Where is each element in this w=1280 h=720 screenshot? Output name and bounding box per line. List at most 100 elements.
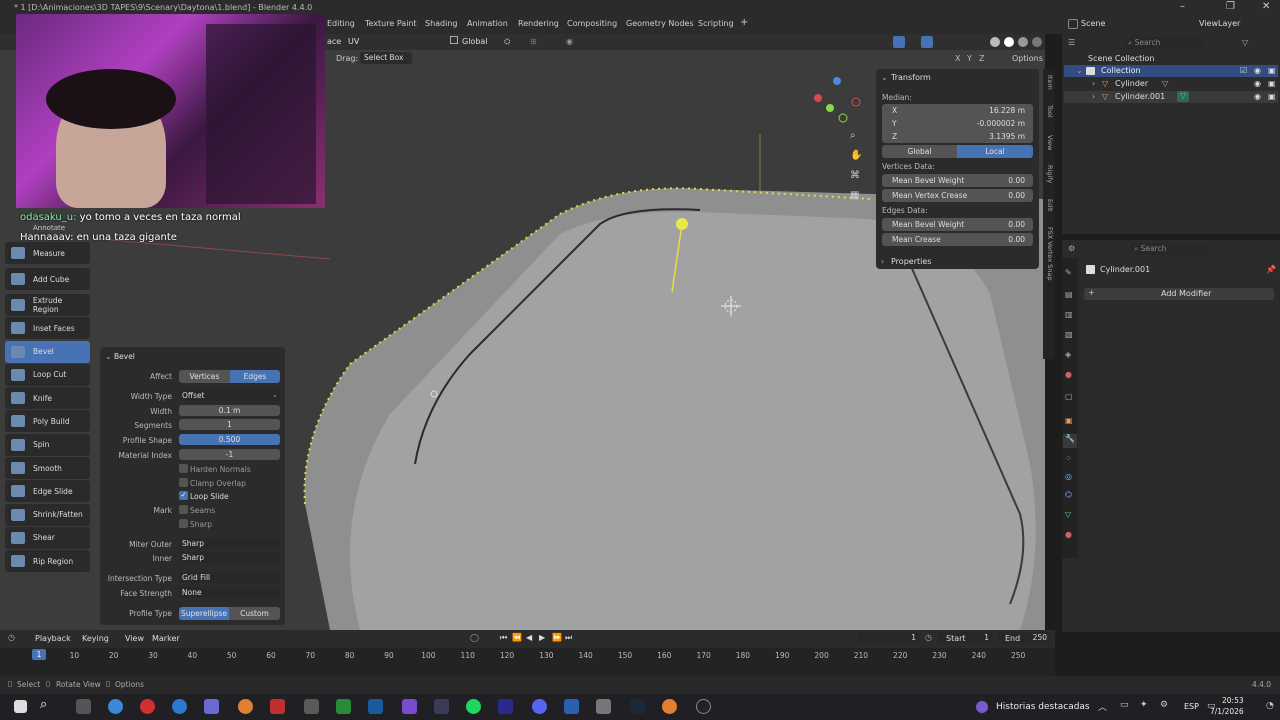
mirror-y[interactable]: Y	[967, 54, 972, 63]
tab-fsx-vertex-snap[interactable]: FSX Vertex Snap	[1044, 227, 1054, 281]
discord-icon[interactable]	[532, 699, 547, 714]
prev-keyframe-icon[interactable]: ⏪	[512, 633, 522, 642]
location-y-field[interactable]: Y -0.000002 m	[882, 117, 1033, 130]
drag-dropdown[interactable]: Select Box	[360, 52, 412, 64]
profile-superellipse-button[interactable]: Superellipse	[179, 607, 229, 620]
vs-icon[interactable]	[368, 699, 383, 714]
visibility-eye-icon[interactable]: ◉	[1254, 92, 1261, 101]
outliner-item[interactable]: › ▽ Cylinder.001 ▽ ◉ ▣	[1064, 91, 1278, 103]
width-field[interactable]: 0.1 m	[179, 405, 280, 416]
jump-end-icon[interactable]: ⏭	[565, 633, 572, 643]
timeline-editor-icon[interactable]: ◷	[8, 633, 15, 642]
zoom-icon[interactable]: ⌕	[850, 130, 856, 141]
view-menu[interactable]: View	[125, 634, 144, 643]
segments-field[interactable]: 1	[179, 419, 280, 430]
marker-menu[interactable]: Marker	[152, 634, 180, 643]
wireframe-shading-icon[interactable]	[990, 37, 1000, 47]
chevron-right-icon[interactable]: ›	[881, 257, 884, 266]
object-tab-icon[interactable]: ▣	[1065, 416, 1073, 425]
tool-measure[interactable]: Measure	[5, 242, 90, 264]
options-menu[interactable]: Options	[1012, 54, 1043, 63]
tool-add-cube[interactable]: Add Cube	[5, 268, 90, 290]
maximize-icon[interactable]: ❐	[1226, 1, 1235, 12]
visibility-eye-icon[interactable]: ◉	[1254, 66, 1261, 75]
blender-icon[interactable]	[238, 699, 253, 714]
taskview-icon[interactable]	[76, 699, 91, 714]
exclude-checkbox-icon[interactable]: ☑	[1240, 66, 1247, 75]
tab-view[interactable]: View	[1044, 135, 1054, 150]
add-modifier-button[interactable]: + Add Modifier	[1084, 288, 1274, 300]
tab-rigify[interactable]: Rigify	[1044, 165, 1054, 183]
mirror-z[interactable]: Z	[979, 54, 984, 63]
mirror-x[interactable]: X	[955, 54, 960, 63]
edge-bevel-weight-field[interactable]: Mean Bevel Weight 0.00	[882, 218, 1033, 231]
location-x-field[interactable]: X 16.228 m	[882, 104, 1033, 117]
tool-shrink-fatten[interactable]: Shrink/Fatten	[5, 503, 90, 526]
tab-tool[interactable]: Tool	[1044, 105, 1054, 118]
gizmo-toggle-icon[interactable]	[893, 36, 905, 48]
tool-extrude-region[interactable]: Extrude Region	[5, 294, 90, 316]
bevel-panel-title[interactable]: Bevel	[114, 352, 135, 361]
next-keyframe-icon[interactable]: ⏩	[552, 633, 562, 642]
app4-icon[interactable]	[596, 699, 611, 714]
intersection-type-dropdown[interactable]: Grid Fill	[179, 572, 280, 583]
modifier-tab-icon[interactable]: 🔧	[1063, 434, 1077, 448]
spotify-icon[interactable]	[466, 699, 481, 714]
edge-icon[interactable]	[172, 699, 187, 714]
scene-collection[interactable]: Scene Collection	[1088, 54, 1155, 63]
tool-edge-slide[interactable]: Edge Slide	[5, 480, 90, 503]
visibility-eye-icon[interactable]: ◉	[1254, 79, 1261, 88]
windows-start-icon[interactable]	[14, 700, 27, 713]
render-camera-icon[interactable]: ▣	[1268, 79, 1276, 88]
tool-knife[interactable]: Knife	[5, 387, 90, 410]
current-frame-field[interactable]: 1	[858, 632, 920, 644]
opera-icon[interactable]	[140, 699, 155, 714]
after-effects-icon[interactable]	[498, 699, 513, 714]
rendered-shading-icon[interactable]	[1032, 37, 1042, 47]
tool-bevel[interactable]: Bevel	[5, 340, 90, 363]
collection-tab-icon[interactable]: ▢	[1065, 392, 1073, 401]
tool-tab-icon[interactable]: ✎	[1065, 268, 1072, 277]
particles-tab-icon[interactable]: ⁘	[1065, 454, 1072, 463]
tray-app2-icon[interactable]: ✦	[1140, 700, 1148, 710]
word-icon[interactable]	[564, 699, 579, 714]
add-workspace-icon[interactable]: +	[740, 17, 748, 28]
properties-editor-icon[interactable]: ⚙	[1068, 244, 1075, 253]
tool-poly-build[interactable]: Poly Build	[5, 410, 90, 433]
proportional-edit-icon[interactable]: ◉	[566, 37, 573, 46]
overlay-toggle-icon[interactable]	[921, 36, 933, 48]
grid-icon[interactable]: ▦	[850, 190, 859, 201]
render-camera-icon[interactable]: ▣	[1268, 92, 1276, 101]
affect-vertices-button[interactable]: Vertices	[179, 370, 230, 383]
news-widget[interactable]: Historias destacadas	[996, 702, 1090, 712]
chrome-icon[interactable]	[108, 699, 123, 714]
minimize-icon[interactable]: –	[1180, 1, 1185, 12]
app2-icon[interactable]	[402, 699, 417, 714]
vertex-bevel-weight-field[interactable]: Mean Bevel Weight 0.00	[882, 174, 1033, 187]
material-index-field[interactable]: -1	[179, 449, 280, 460]
keying-menu[interactable]: Keying	[82, 634, 109, 643]
tab-edit[interactable]: Edit	[1044, 199, 1054, 212]
data-tab-icon[interactable]: ▽	[1065, 510, 1071, 519]
tab-shading[interactable]: Shading	[425, 19, 458, 28]
pycharm-icon[interactable]	[336, 699, 351, 714]
solid-shading-icon[interactable]	[1004, 37, 1014, 47]
steam-icon[interactable]	[630, 699, 645, 714]
explorer-icon[interactable]	[304, 699, 319, 714]
tray-app-icon[interactable]: ▭	[1120, 700, 1129, 710]
tab-animation[interactable]: Animation	[467, 19, 508, 28]
pivot-icon[interactable]: ⛭	[504, 37, 510, 47]
profile-custom-button[interactable]: Custom	[229, 607, 280, 620]
tab-texture-paint[interactable]: Texture Paint	[365, 19, 417, 28]
pin-icon[interactable]: 📌	[1266, 265, 1276, 274]
collapse-chevron-icon[interactable]: ⌄	[881, 73, 888, 82]
constraints-tab-icon[interactable]: ⌬	[1065, 490, 1072, 499]
notification-icon[interactable]: ◔	[1266, 701, 1274, 711]
playhead[interactable]: 1	[32, 649, 46, 660]
clamp-overlap-checkbox[interactable]	[179, 478, 188, 487]
outliner-editor-icon[interactable]: ☰	[1068, 38, 1075, 47]
tab-item[interactable]: Item	[1044, 75, 1054, 90]
tab-editing[interactable]: Editing	[327, 19, 355, 28]
vertex-crease-field[interactable]: Mean Vertex Crease 0.00	[882, 189, 1033, 202]
loop-slide-checkbox[interactable]: ✓	[179, 491, 188, 500]
